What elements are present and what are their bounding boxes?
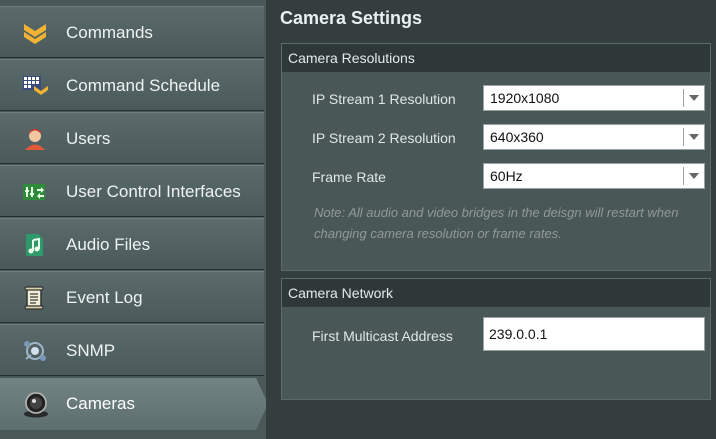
sidebar-item-audio-files[interactable]: Audio Files [0, 218, 264, 270]
sidebar-item-users[interactable]: Users [0, 112, 264, 164]
snmp-icon [22, 339, 46, 363]
section-header: Camera Network [282, 279, 710, 307]
camera-network-panel: Camera Network First Multicast Address [281, 278, 711, 400]
sidebar-item-cameras[interactable]: Cameras [0, 378, 268, 430]
sidebar-item-label: Event Log [66, 288, 143, 307]
sidebar-item-label: Audio Files [66, 235, 151, 254]
control-interface-icon [22, 180, 46, 204]
sidebar-item-label: Commands [66, 23, 153, 42]
sidebar-item-label: User Control Interfaces [66, 182, 241, 201]
stream1-resolution-select[interactable]: 1920x1080 [483, 85, 705, 111]
section-header: Camera Resolutions [282, 44, 710, 72]
sidebar-item-command-schedule[interactable]: Command Schedule [0, 59, 264, 111]
chevron-down-icon[interactable] [683, 128, 704, 146]
stream2-label: IP Stream 2 Resolution [312, 130, 456, 146]
camera-resolutions-panel: Camera Resolutions IP Stream 1 Resolutio… [281, 43, 711, 271]
camera-icon [22, 392, 48, 418]
sidebar-item-label: Users [66, 129, 111, 148]
sidebar-item-commands[interactable]: Commands [0, 6, 264, 58]
page-title: Camera Settings [280, 8, 423, 28]
stream1-label: IP Stream 1 Resolution [312, 91, 456, 107]
frame-rate-select[interactable]: 60Hz [483, 163, 705, 189]
select-value: 640x360 [490, 129, 544, 145]
resolution-note: Note: All audio and video bridges in the… [314, 205, 679, 241]
sidebar-item-snmp[interactable]: SNMP [0, 324, 264, 376]
framerate-label: Frame Rate [312, 169, 386, 185]
sidebar-item-user-control-interfaces[interactable]: User Control Interfaces [0, 165, 264, 217]
select-value: 1920x1080 [490, 90, 560, 106]
audio-file-icon [22, 233, 46, 257]
multicast-address-input[interactable] [483, 317, 705, 351]
chevrons-icon [22, 21, 46, 45]
sidebar-item-label: SNMP [66, 341, 116, 360]
sidebar: Commands Command Schedule Users User Con… [0, 0, 268, 439]
user-icon [22, 127, 46, 151]
multicast-label: First Multicast Address [312, 328, 453, 344]
sidebar-item-label: Command Schedule [66, 76, 221, 95]
sidebar-item-event-log[interactable]: Event Log [0, 271, 264, 323]
sidebar-item-label: Cameras [66, 394, 135, 413]
chevron-down-icon[interactable] [683, 167, 704, 185]
stream2-resolution-select[interactable]: 640x360 [483, 124, 705, 150]
scroll-icon [22, 286, 46, 310]
select-value: 60Hz [490, 168, 523, 184]
schedule-grid-icon [22, 74, 48, 98]
chevron-down-icon[interactable] [683, 89, 704, 107]
